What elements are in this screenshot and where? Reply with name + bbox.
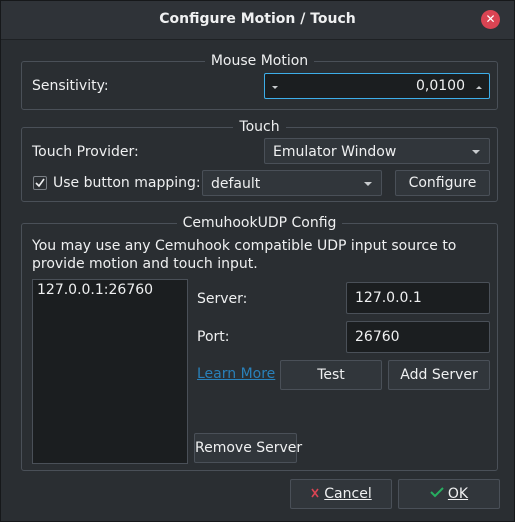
title-bar[interactable]: Configure Motion / Touch ✕ bbox=[1, 1, 514, 40]
configure-button[interactable]: Configure bbox=[395, 170, 490, 196]
cemuhook-description: You may use any Cemuhook compatible UDP … bbox=[32, 238, 457, 272]
touch-provider-label: Touch Provider: bbox=[32, 144, 139, 160]
test-button[interactable]: Test bbox=[280, 360, 382, 390]
ok-label: OK bbox=[447, 486, 469, 502]
button-mapping-value: default bbox=[211, 176, 261, 192]
port-value: 26760 bbox=[355, 329, 400, 345]
configure-motion-touch-dialog: Configure Motion / Touch ✕ Mouse Motion … bbox=[0, 0, 515, 522]
touch-title: Touch bbox=[233, 119, 286, 135]
server-list[interactable]: 127.0.0.1:26760 bbox=[32, 279, 188, 464]
close-button[interactable]: ✕ bbox=[481, 10, 500, 29]
ok-button[interactable]: OK bbox=[398, 479, 500, 509]
chevron-down-icon bbox=[472, 150, 480, 154]
remove-server-button[interactable]: Remove Server bbox=[194, 433, 302, 463]
port-field[interactable]: 26760 bbox=[346, 321, 490, 353]
server-value: 127.0.0.1 bbox=[355, 290, 422, 306]
use-button-mapping-checkbox[interactable] bbox=[33, 176, 47, 190]
chevron-down-icon bbox=[364, 182, 372, 186]
mouse-motion-title: Mouse Motion bbox=[204, 53, 315, 69]
learn-more-link[interactable]: Learn More bbox=[197, 366, 275, 382]
button-mapping-select[interactable]: default bbox=[202, 170, 382, 196]
port-label: Port: bbox=[197, 329, 230, 345]
use-button-mapping-label[interactable]: Use button mapping: bbox=[53, 175, 201, 191]
server-label: Server: bbox=[197, 291, 248, 307]
close-icon: ✕ bbox=[485, 12, 496, 26]
add-server-button[interactable]: Add Server bbox=[388, 360, 490, 390]
touch-provider-value: Emulator Window bbox=[273, 144, 397, 160]
window-title: Configure Motion / Touch bbox=[159, 11, 356, 27]
sensitivity-label: Sensitivity: bbox=[32, 78, 109, 94]
mouse-motion-group: Mouse Motion Sensitivity: 0,0100 bbox=[21, 53, 498, 110]
cemuhook-title: CemuhookUDP Config bbox=[176, 215, 343, 231]
check-icon bbox=[35, 178, 45, 188]
touch-group: Touch Touch Provider: Emulator Window Us… bbox=[21, 119, 498, 202]
sensitivity-spinbox[interactable]: 0,0100 bbox=[264, 73, 490, 99]
list-item[interactable]: 127.0.0.1:26760 bbox=[33, 280, 187, 300]
cancel-button[interactable]: Cancel bbox=[290, 479, 392, 509]
cemuhook-udp-group: CemuhookUDP Config You may use any Cemuh… bbox=[21, 215, 498, 471]
touch-provider-select[interactable]: Emulator Window bbox=[264, 138, 490, 164]
server-field[interactable]: 127.0.0.1 bbox=[346, 282, 490, 314]
cancel-x-icon bbox=[310, 480, 320, 508]
spin-up-icon[interactable] bbox=[476, 86, 482, 89]
cancel-label: Cancel bbox=[324, 486, 372, 502]
ok-check-icon bbox=[430, 480, 444, 508]
sensitivity-value: 0,0100 bbox=[416, 78, 465, 94]
spin-down-icon[interactable] bbox=[272, 86, 278, 89]
